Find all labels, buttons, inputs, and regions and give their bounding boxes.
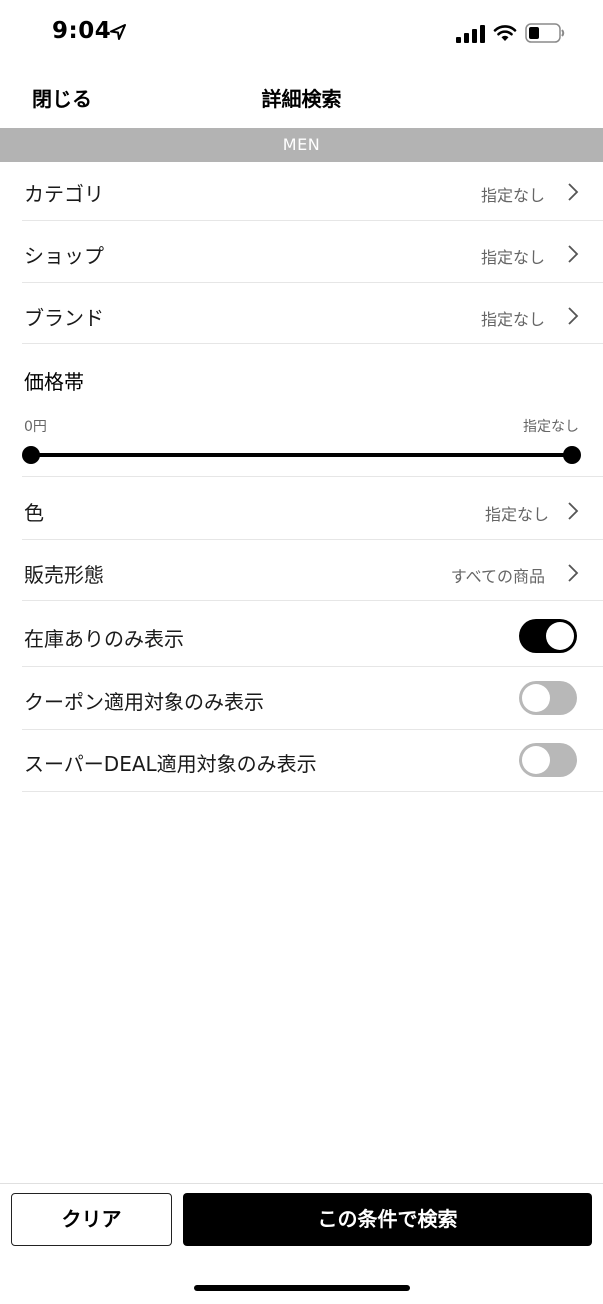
in-stock-toggle[interactable] [519, 619, 577, 653]
brand-row[interactable]: ブランド 指定なし [22, 283, 603, 344]
super-deal-toggle[interactable] [519, 743, 577, 777]
color-row[interactable]: 色 指定なし [22, 477, 603, 540]
shop-label: ショップ [24, 244, 104, 268]
home-indicator[interactable] [194, 1285, 410, 1291]
brand-label: ブランド [24, 306, 104, 330]
category-label: カテゴリ [24, 182, 104, 206]
sales-type-value: すべての商品 [450, 567, 545, 586]
color-value: 指定なし [484, 505, 549, 524]
in-stock-label: 在庫ありのみ表示 [24, 627, 184, 651]
coupon-toggle[interactable] [519, 681, 577, 715]
super-deal-row: スーパーDEAL適用対象のみ表示 [22, 730, 603, 792]
coupon-label: クーポン適用対象のみ表示 [24, 690, 264, 714]
clear-button[interactable]: クリア [11, 1193, 172, 1246]
search-button[interactable]: この条件で検索 [183, 1193, 592, 1246]
location-arrow-icon [110, 24, 126, 40]
chevron-right-icon [568, 307, 579, 325]
nav-header: 閉じる 詳細検索 [0, 70, 603, 128]
page-title: 詳細検索 [261, 87, 342, 111]
battery-icon [525, 23, 565, 43]
toggle-knob [546, 622, 574, 650]
bottom-divider [0, 1183, 603, 1184]
price-min-handle[interactable] [22, 446, 40, 464]
chevron-right-icon [568, 245, 579, 263]
price-max-handle[interactable] [563, 446, 581, 464]
toggle-knob [522, 746, 550, 774]
status-bar: 9:04 [0, 0, 603, 70]
price-slider-track[interactable] [31, 453, 573, 457]
super-deal-label: スーパーDEAL適用対象のみ表示 [24, 752, 317, 776]
sales-type-row[interactable]: 販売形態 すべての商品 [22, 540, 603, 601]
wifi-icon [493, 25, 517, 41]
category-value: 指定なし [480, 186, 545, 205]
sales-type-label: 販売形態 [24, 563, 104, 587]
coupon-row: クーポン適用対象のみ表示 [22, 667, 603, 730]
toggle-knob [522, 684, 550, 712]
category-row[interactable]: カテゴリ 指定なし [22, 162, 603, 221]
cellular-signal-icon [456, 25, 485, 43]
status-time: 9:04 [52, 18, 112, 44]
price-range-title: 価格帯 [24, 370, 84, 394]
gender-section-banner: MEN [0, 128, 603, 162]
price-max-label: 指定なし [523, 419, 579, 435]
chevron-right-icon [568, 502, 579, 520]
shop-row[interactable]: ショップ 指定なし [22, 221, 603, 283]
shop-value: 指定なし [480, 248, 545, 267]
price-range-section: 価格帯 0円 指定なし [22, 344, 603, 477]
in-stock-row: 在庫ありのみ表示 [22, 601, 603, 667]
chevron-right-icon [568, 183, 579, 201]
brand-value: 指定なし [480, 310, 545, 329]
chevron-right-icon [568, 564, 579, 582]
price-min-label: 0円 [24, 419, 47, 435]
color-label: 色 [24, 501, 44, 525]
